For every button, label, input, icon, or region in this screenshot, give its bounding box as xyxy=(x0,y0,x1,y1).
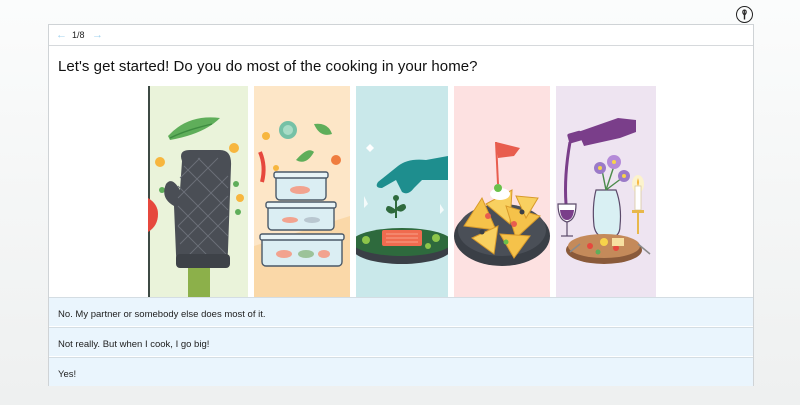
salmon-plating-illustration xyxy=(356,86,448,298)
question-title: Let's get started! Do you do most of the… xyxy=(58,58,478,75)
answer-option-not-really[interactable]: Not really. But when I cook, I go big! xyxy=(49,327,753,356)
question-card: ← 1/8 → Let's get started! Do you do mos… xyxy=(48,24,754,386)
answer-option-no[interactable]: No. My partner or somebody else does mos… xyxy=(49,297,753,326)
question-counter: 1/8 xyxy=(72,30,85,40)
illustration-strip xyxy=(148,86,656,298)
nachos-illustration xyxy=(454,86,550,298)
food-containers-illustration xyxy=(254,86,350,298)
wine-and-flowers-illustration xyxy=(556,86,656,298)
arrow-left-icon[interactable]: ← xyxy=(56,29,67,41)
oven-mitt-illustration xyxy=(148,86,248,298)
answer-option-yes[interactable]: Yes! xyxy=(49,357,753,386)
pager-bar: ← 1/8 → xyxy=(49,25,753,46)
arrow-right-icon[interactable]: → xyxy=(92,29,103,41)
whisk-logo-icon xyxy=(736,6,753,23)
